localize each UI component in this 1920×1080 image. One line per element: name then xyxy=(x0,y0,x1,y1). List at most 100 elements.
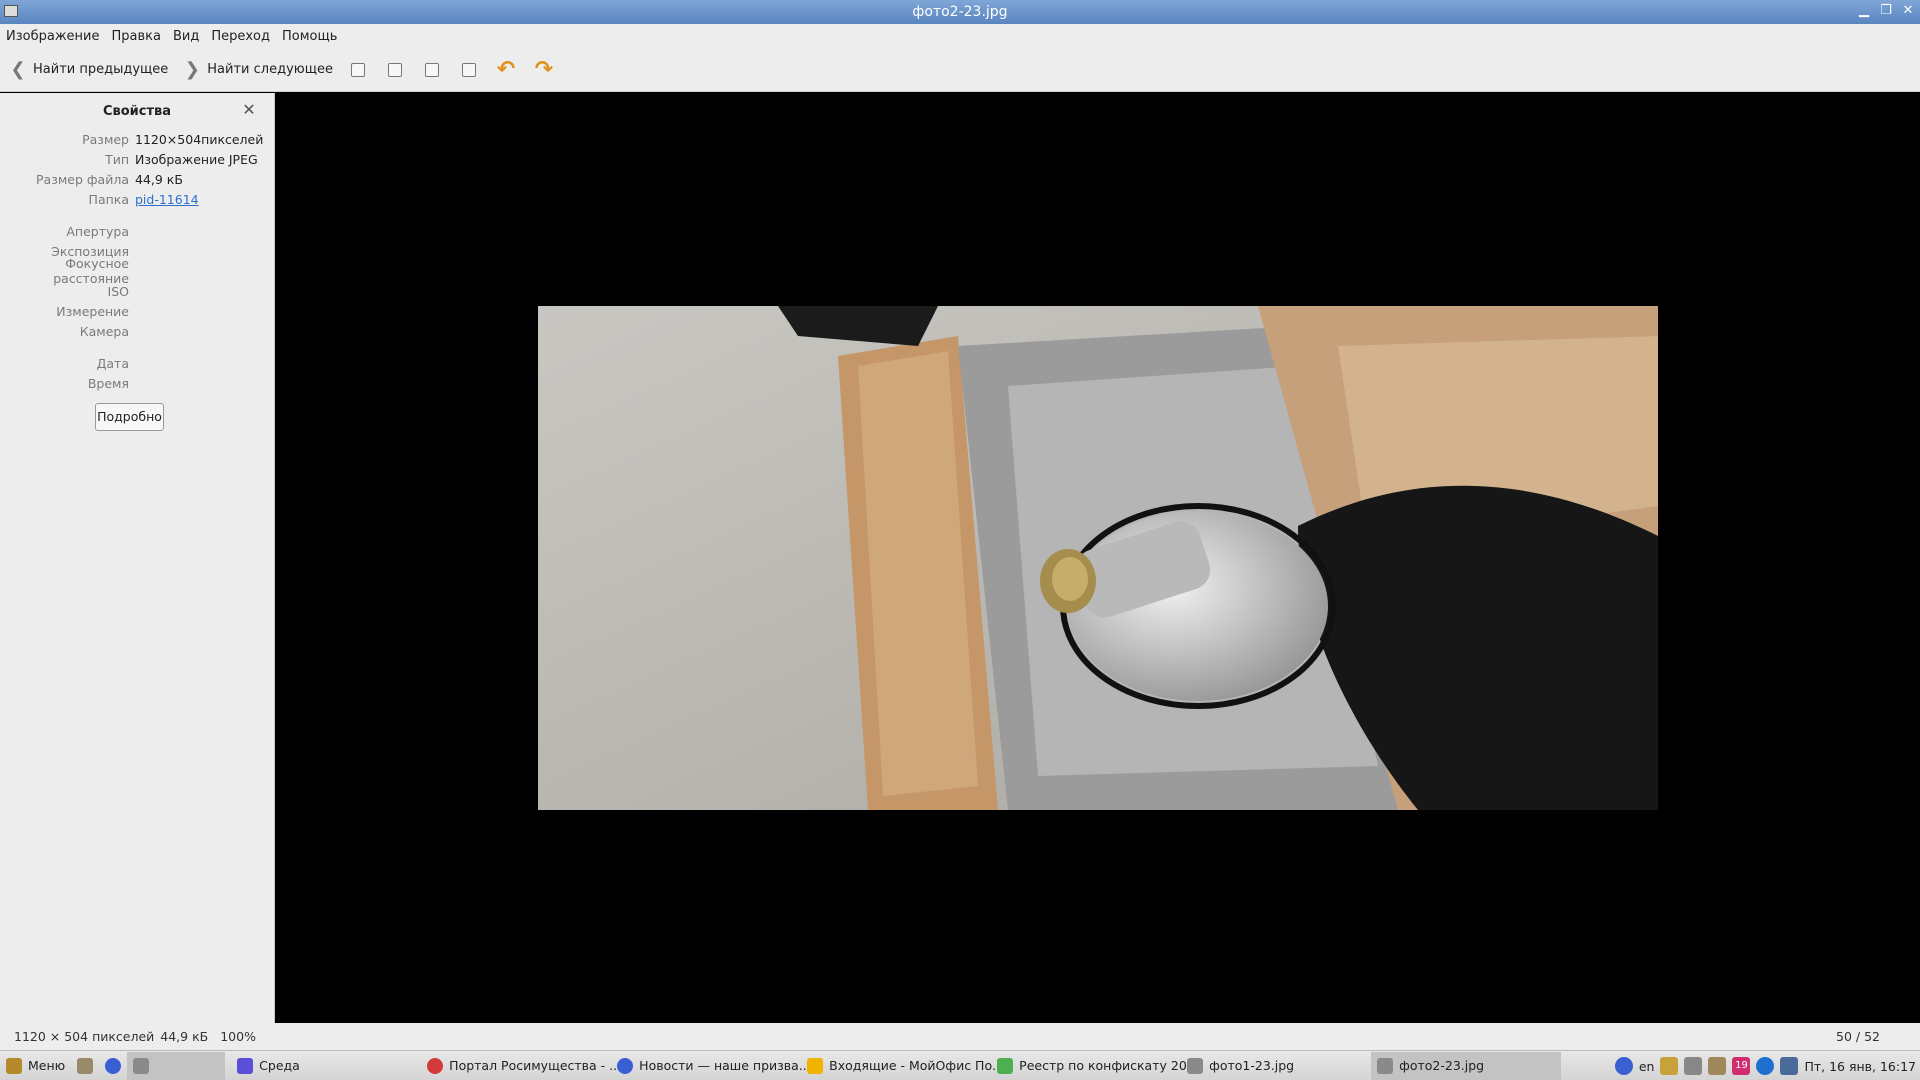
workspace-switcher[interactable] xyxy=(175,1051,226,1080)
sidebar-header: Свойства ✕ xyxy=(0,93,274,129)
task-inbox[interactable]: Входящие - МойОфис По... xyxy=(801,1052,1004,1080)
start-menu-label: Меню xyxy=(28,1058,66,1073)
zoom-normal-button[interactable] xyxy=(421,59,443,81)
exif-row: Измерение xyxy=(0,301,274,321)
status-image-count: 50 / 52 xyxy=(1836,1029,1880,1044)
prop-value: 1120×504пикселей xyxy=(135,131,264,147)
start-menu-button[interactable]: Меню xyxy=(0,1052,71,1080)
details-button[interactable]: Подробно xyxy=(95,403,164,431)
system-tray: en 19 Пт, 16 янв, 16:17 xyxy=(1614,1051,1920,1080)
task-label: Новости — наше призва... xyxy=(639,1058,811,1073)
status-image-size: 1120 × 504 пикселей xyxy=(14,1029,155,1044)
task-label: Портал Росимущества - ... xyxy=(449,1058,622,1073)
status-bar: 1120 × 504 пикселей 44,9 кБ 100% 50 / 52 xyxy=(0,1023,1920,1050)
browser-launcher[interactable] xyxy=(99,1052,127,1080)
status-file-size: 44,9 кБ xyxy=(160,1029,209,1044)
notifications-badge[interactable]: 19 xyxy=(1732,1057,1751,1075)
image-viewer-launcher[interactable] xyxy=(127,1051,176,1080)
menu-view[interactable]: Вид xyxy=(173,29,199,44)
exif-label: Камера xyxy=(79,323,129,339)
find-previous-label: Найти предыдущее xyxy=(33,62,169,77)
prop-value: 44,9 кБ xyxy=(135,171,183,187)
zoom-out-button[interactable] xyxy=(384,59,406,81)
folder-icon xyxy=(77,1057,94,1074)
find-next-label: Найти следующее xyxy=(207,62,333,77)
task-photo2[interactable]: фото2-23.jpg xyxy=(1371,1051,1562,1080)
task-portal[interactable]: Портал Росимущества - ... xyxy=(421,1052,621,1080)
sidebar-title: Свойства xyxy=(102,103,172,119)
rotate-left-icon: ↶ xyxy=(496,56,516,82)
task-news[interactable]: Новости — наше призва... xyxy=(611,1052,811,1080)
prop-label: Размер файла xyxy=(36,171,129,187)
zoom-in-icon xyxy=(350,62,365,77)
rotate-right-icon: ↷ xyxy=(534,56,554,82)
exif-row: Апертура xyxy=(0,221,274,241)
exif-row: Фокусное расстояние xyxy=(0,256,274,286)
properties-sidebar: Свойства ✕ Размер 1120×504пикселей Тип И… xyxy=(0,93,275,1023)
hp-icon[interactable] xyxy=(1756,1057,1775,1075)
arrow-right-icon: ❯ xyxy=(184,58,200,80)
task-label: Среда xyxy=(259,1058,300,1073)
menu-help[interactable]: Помощь xyxy=(282,29,337,44)
spreadsheet-icon xyxy=(997,1057,1014,1074)
display-icon[interactable] xyxy=(1780,1057,1799,1075)
photo-image xyxy=(538,306,1658,810)
prop-label: Размер xyxy=(82,131,129,147)
menu-image[interactable]: Изображение xyxy=(6,29,99,44)
exif-label: Апертура xyxy=(66,223,129,239)
zoom-fit-button[interactable] xyxy=(458,59,480,81)
close-button[interactable]: ✕ xyxy=(1900,3,1916,19)
exif-label: Фокусное расстояние xyxy=(53,256,129,286)
close-icon[interactable]: ✕ xyxy=(240,101,258,119)
folder-link[interactable]: pid-11614 xyxy=(135,192,199,207)
find-previous-button[interactable]: ❮ Найти предыдущее xyxy=(8,58,169,80)
task-sreda[interactable]: Среда xyxy=(231,1052,421,1080)
arrow-left-icon: ❮ xyxy=(10,58,26,80)
clipboard-icon[interactable] xyxy=(1708,1057,1727,1075)
task-photo1[interactable]: фото1-23.jpg xyxy=(1181,1052,1371,1080)
maximize-button[interactable]: ❐ xyxy=(1878,3,1894,19)
zoom-normal-icon xyxy=(424,62,439,77)
prop-row-type: Тип Изображение JPEG xyxy=(0,149,274,169)
volume-icon[interactable] xyxy=(1684,1057,1703,1075)
task-label: Входящие - МойОфис По... xyxy=(829,1058,1005,1073)
zoom-fit-icon xyxy=(461,62,476,77)
title-bar: фото2-23.jpg ▁ ❐ ✕ xyxy=(0,0,1920,24)
task-registry[interactable]: Реестр по конфискату 20... xyxy=(991,1052,1199,1080)
window-title: фото2-23.jpg xyxy=(912,4,1008,20)
portal-icon xyxy=(427,1057,444,1074)
yandex-icon[interactable] xyxy=(1614,1057,1633,1075)
menu-go[interactable]: Переход xyxy=(211,29,270,44)
rotate-right-button[interactable]: ↷ xyxy=(533,56,555,82)
image-viewer[interactable] xyxy=(276,93,1920,1023)
zoom-in-button[interactable] xyxy=(347,59,369,81)
prop-row-folder: Папка pid-11614 xyxy=(0,189,274,209)
prop-row-size: Размер 1120×504пикселей xyxy=(0,129,274,149)
prop-value: Изображение JPEG xyxy=(135,151,258,167)
sreda-icon xyxy=(237,1057,254,1074)
photo xyxy=(538,306,1658,810)
prop-row-filesize: Размер файла 44,9 кБ xyxy=(0,169,274,189)
zoom-out-icon xyxy=(387,62,402,77)
mail-icon xyxy=(807,1057,824,1074)
status-zoom: 100% xyxy=(220,1029,256,1044)
keyboard-layout[interactable]: en xyxy=(1639,1059,1655,1074)
image-viewer-icon xyxy=(133,1057,150,1074)
find-next-button[interactable]: ❯ Найти следующее xyxy=(182,58,333,80)
rotate-left-button[interactable]: ↶ xyxy=(495,56,517,82)
menu-icon xyxy=(6,1057,22,1074)
network-icon[interactable] xyxy=(1660,1057,1679,1075)
clock[interactable]: Пт, 16 янв, 16:17 xyxy=(1804,1059,1916,1074)
task-label: фото2-23.jpg xyxy=(1399,1058,1485,1073)
file-manager-launcher[interactable] xyxy=(71,1052,99,1080)
minimize-button[interactable]: ▁ xyxy=(1856,3,1872,19)
menu-edit[interactable]: Правка xyxy=(111,29,160,44)
menu-bar: Изображение Правка Вид Переход Помощь xyxy=(0,24,1920,48)
toolbar: ❮ Найти предыдущее ❯ Найти следующее ↶ ↷ xyxy=(0,48,1920,92)
task-label: фото1-23.jpg xyxy=(1209,1058,1295,1073)
browser-icon xyxy=(617,1057,634,1074)
image-viewer-icon xyxy=(1377,1057,1394,1074)
yandex-browser-icon xyxy=(105,1057,122,1074)
date-label: Дата xyxy=(96,355,129,371)
exif-row: Камера xyxy=(0,321,274,341)
